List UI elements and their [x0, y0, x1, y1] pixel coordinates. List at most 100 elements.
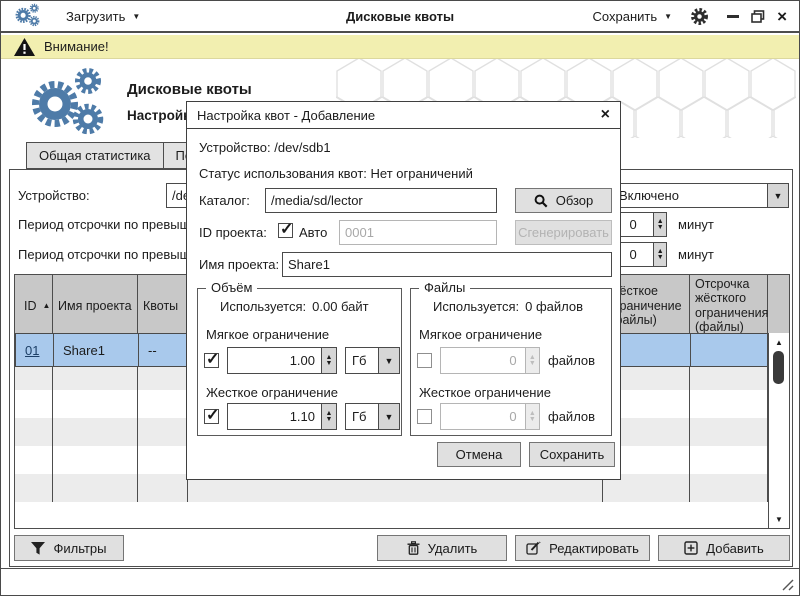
menu-save[interactable]: Сохранить ▼ — [593, 9, 673, 24]
project-id-link[interactable]: 01 — [25, 343, 39, 358]
volume-soft-unit: Гб — [346, 348, 378, 373]
files-soft-input — [441, 348, 525, 373]
volume-soft-input[interactable] — [228, 348, 321, 373]
dialog-titlebar: Настройка квот - Добавление × — [187, 102, 620, 129]
app-gears-icon — [13, 3, 40, 30]
menu-save-label: Сохранить — [593, 9, 658, 24]
volume-legend: Объём — [206, 280, 257, 295]
trash-icon — [407, 541, 420, 555]
files-used-value: 0 файлов — [525, 299, 583, 314]
close-window-button[interactable]: × — [777, 8, 787, 25]
column-header-project-name[interactable]: Имя проекта — [53, 275, 138, 338]
status-bar — [1, 568, 799, 595]
plus-square-icon — [684, 541, 698, 555]
delete-button[interactable]: Удалить — [377, 535, 507, 561]
dialog-close-icon[interactable]: × — [601, 107, 610, 123]
volume-hard-unit: Гб — [346, 404, 378, 429]
scroll-up-icon[interactable]: ▲ — [769, 335, 789, 349]
volume-hard-limit-label: Жесткое ограничение — [206, 385, 338, 400]
filters-button[interactable]: Фильтры — [14, 535, 124, 561]
files-soft-checkbox[interactable] — [417, 353, 432, 368]
spinner-arrows-icon[interactable]: ▲▼ — [653, 213, 666, 236]
catalog-input[interactable] — [265, 188, 497, 213]
grace-period-1-unit: минут — [678, 217, 714, 232]
project-id-label: ID проекта: — [199, 225, 267, 240]
add-button[interactable]: Добавить — [658, 535, 790, 561]
menu-load[interactable]: Загрузить ▼ — [66, 9, 140, 24]
catalog-label: Каталог: — [199, 193, 250, 208]
dialog-device-line: Устройство: /dev/sdb1 — [199, 140, 331, 155]
dialog-title: Настройка квот - Добавление — [197, 108, 375, 123]
quota-state-value: Включено — [613, 184, 767, 207]
volume-soft-unit-select[interactable]: Гб ▼ — [345, 347, 400, 374]
chevron-down-icon[interactable]: ▼ — [378, 404, 399, 429]
chevron-down-icon[interactable]: ▼ — [378, 348, 399, 373]
volume-used-value: 0.00 байт — [312, 299, 369, 314]
grace-period-2-unit: минут — [678, 247, 714, 262]
chevron-down-icon[interactable]: ▼ — [767, 184, 788, 207]
auto-checkbox[interactable] — [278, 223, 293, 238]
menu-load-label: Загрузить — [66, 9, 125, 24]
project-name-input[interactable] — [282, 252, 612, 277]
resize-grip[interactable] — [780, 577, 794, 591]
volume-hard-checkbox[interactable] — [204, 409, 219, 424]
volume-hard-spinner[interactable]: ▲▼ — [227, 403, 337, 430]
quotas-cell: -- — [139, 334, 189, 366]
spinner-arrows-icon[interactable]: ▲▼ — [321, 404, 336, 429]
device-label: Устройство: — [18, 188, 90, 203]
chevron-down-icon: ▼ — [132, 12, 140, 21]
files-hard-limit-label: Жесткое ограничение — [419, 385, 551, 400]
sort-asc-icon: ▲ — [43, 301, 51, 310]
minimize-button[interactable] — [727, 15, 739, 18]
files-hard-checkbox[interactable] — [417, 409, 432, 424]
quota-state-select[interactable]: Включено ▼ — [612, 183, 789, 208]
spinner-arrows-icon: ▲▼ — [525, 348, 539, 373]
files-hard-unit: файлов — [548, 409, 595, 424]
files-hard-spinner: ▲▼ — [440, 403, 540, 430]
project-id-input — [339, 220, 497, 245]
spinner-arrows-icon[interactable]: ▲▼ — [321, 348, 336, 373]
quota-add-dialog: Настройка квот - Добавление × Устройство… — [186, 101, 621, 480]
scroll-down-icon[interactable]: ▼ — [769, 512, 789, 526]
files-soft-spinner: ▲▼ — [440, 347, 540, 374]
app-window: Загрузить ▼ Дисковые квоты Сохранить ▼ — [0, 0, 800, 596]
volume-hard-input[interactable] — [228, 404, 321, 429]
scrollbar-thumb[interactable] — [773, 351, 784, 384]
browse-button[interactable]: Обзор — [515, 188, 612, 213]
dialog-quota-status-line: Статус использования квот: Нет ограничен… — [199, 166, 473, 181]
column-header-scroll-spacer — [768, 275, 789, 338]
files-group: Файлы Используется: 0 файлов Мягкое огра… — [410, 288, 612, 436]
app-logo-gears — [17, 67, 113, 140]
filter-funnel-icon — [31, 542, 45, 555]
warning-text: Внимание! — [44, 39, 109, 54]
column-header-hard-limit-grace-files[interactable]: Отсрочка жёсткого ограничения (файлы) — [690, 275, 768, 338]
auto-label: Авто — [299, 225, 327, 240]
files-soft-unit: файлов — [548, 353, 595, 368]
files-used-label: Используется: — [433, 299, 519, 314]
volume-group: Объём Используется: 0.00 байт Мягкое огр… — [197, 288, 402, 436]
tab-general-statistics[interactable]: Общая статистика — [26, 142, 163, 169]
project-name-label: Имя проекта: — [199, 257, 279, 272]
settings-gear-icon[interactable] — [690, 7, 709, 26]
volume-soft-checkbox[interactable] — [204, 353, 219, 368]
page-title: Дисковые квоты — [127, 81, 252, 98]
column-header-quotas[interactable]: Квоты — [138, 275, 188, 338]
files-soft-limit-label: Мягкое ограничение — [419, 327, 542, 342]
volume-soft-spinner[interactable]: ▲▼ — [227, 347, 337, 374]
maximize-button[interactable] — [751, 10, 765, 23]
spinner-arrows-icon: ▲▼ — [525, 404, 539, 429]
edit-button[interactable]: Редактировать — [515, 535, 650, 561]
volume-soft-limit-label: Мягкое ограничение — [206, 327, 329, 342]
search-icon — [534, 194, 548, 208]
save-button[interactable]: Сохранить — [529, 442, 615, 467]
volume-hard-unit-select[interactable]: Гб ▼ — [345, 403, 400, 430]
table-vertical-scrollbar[interactable]: ▲ ▼ — [768, 333, 789, 528]
cancel-button[interactable]: Отмена — [437, 442, 521, 467]
spinner-arrows-icon[interactable]: ▲▼ — [653, 243, 666, 266]
titlebar: Загрузить ▼ Дисковые квоты Сохранить ▼ — [1, 1, 799, 33]
column-header-id[interactable]: ID ▲ — [15, 275, 53, 338]
edit-pencil-icon — [526, 541, 541, 555]
chevron-down-icon: ▼ — [664, 12, 672, 21]
project-name-cell: Share1 — [54, 334, 139, 366]
warning-icon — [14, 38, 35, 56]
